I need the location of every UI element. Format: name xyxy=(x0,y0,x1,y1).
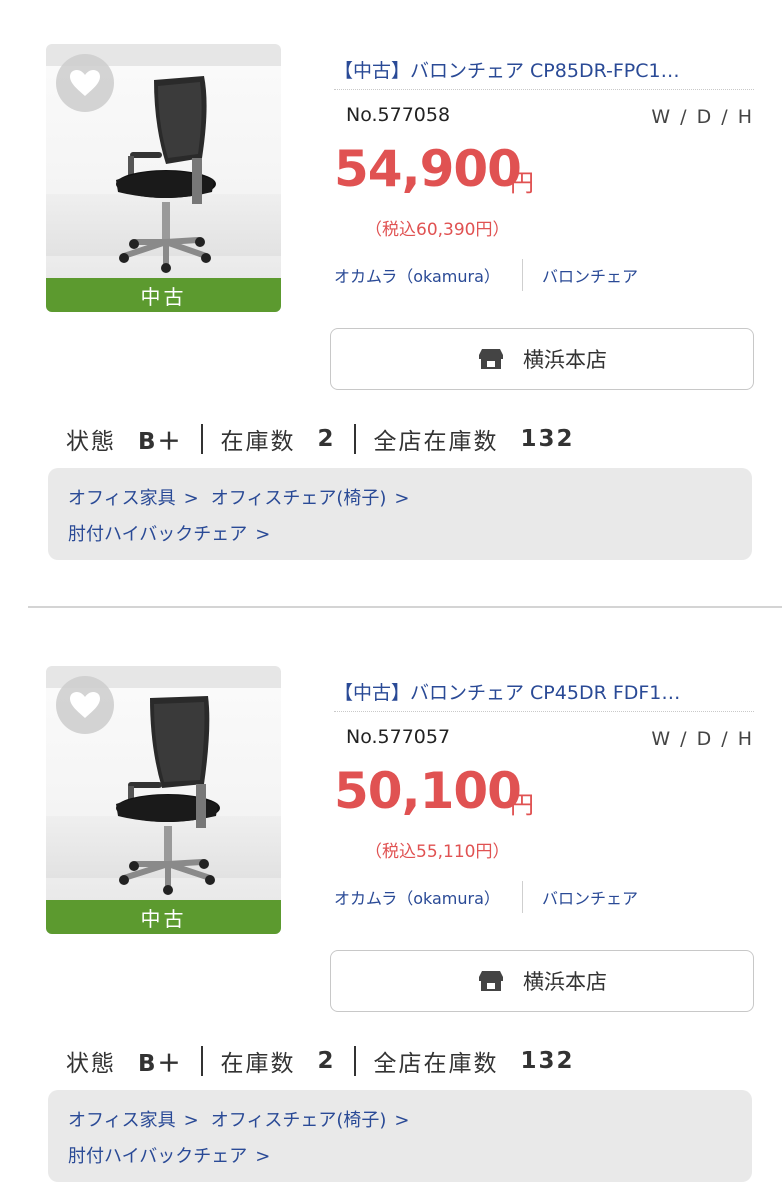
breadcrumb-office-chair[interactable]: オフィスチェア(椅子) xyxy=(211,1110,387,1131)
stock-status-row: 状態 B＋ 在庫数 2 全店在庫数 132 xyxy=(66,1044,575,1078)
all-stock-value: 132 xyxy=(520,1048,575,1074)
stock-label: 在庫数 xyxy=(220,1051,296,1077)
chevron-right-icon: > xyxy=(394,488,410,509)
breadcrumb-highback-armchair[interactable]: 肘付ハイバックチェア xyxy=(68,1146,247,1167)
chair-image xyxy=(116,696,220,895)
price: 50,100 xyxy=(334,762,522,820)
favorite-button[interactable] xyxy=(56,676,114,734)
dimensions-label: W / D / H xyxy=(651,106,754,128)
card-divider xyxy=(28,606,782,608)
product-title-link[interactable]: 【中古】バロンチェア CP85DR-FPC1… xyxy=(334,56,754,83)
chevron-right-icon: > xyxy=(183,488,199,509)
breadcrumb-office-furniture[interactable]: オフィス家具 xyxy=(68,488,176,509)
store-button[interactable]: 横浜本店 xyxy=(330,328,754,390)
product-image[interactable]: 中古 xyxy=(46,666,281,934)
tax-included-price: （税込60,390円） xyxy=(365,220,510,240)
item-number: No.577057 xyxy=(346,726,451,748)
maker-link[interactable]: オカムラ（okamura） xyxy=(334,885,500,909)
chevron-right-icon: > xyxy=(255,1146,271,1167)
product-card: 中古 【中古】バロンチェア CP85DR-FPC1… No.577058 W /… xyxy=(0,0,782,608)
currency-unit: 円 xyxy=(510,169,534,197)
all-stock-label: 全店在庫数 xyxy=(373,1051,499,1077)
chevron-right-icon: > xyxy=(183,1110,199,1131)
chair-image xyxy=(116,76,216,273)
store-button[interactable]: 横浜本店 xyxy=(330,950,754,1012)
stock-status-row: 状態 B＋ 在庫数 2 全店在庫数 132 xyxy=(66,422,575,456)
stock-value: 2 xyxy=(317,1048,336,1074)
store-icon xyxy=(477,347,505,371)
breadcrumb-office-chair[interactable]: オフィスチェア(椅子) xyxy=(211,488,387,509)
breadcrumb: オフィス家具 > オフィスチェア(椅子) > 肘付ハイバックチェア > xyxy=(48,468,752,560)
condition-label: 状態 xyxy=(66,1051,116,1077)
maker-link[interactable]: オカムラ（okamura） xyxy=(334,263,500,287)
chevron-right-icon: > xyxy=(394,1110,410,1131)
stock-label: 在庫数 xyxy=(220,429,296,455)
store-label: 横浜本店 xyxy=(523,348,607,372)
status-divider xyxy=(200,424,203,454)
condition-label: 状態 xyxy=(66,429,116,455)
chevron-right-icon: > xyxy=(255,524,271,545)
product-card: 中古 【中古】バロンチェア CP45DR FDF1… No.577057 W /… xyxy=(0,622,782,1200)
stock-value: 2 xyxy=(317,426,336,452)
breadcrumb-office-furniture[interactable]: オフィス家具 xyxy=(68,1110,176,1131)
condition-value: B＋ xyxy=(138,1051,183,1077)
used-badge: 中古 xyxy=(46,900,281,934)
status-divider xyxy=(200,1046,203,1076)
used-badge: 中古 xyxy=(46,278,281,312)
condition-value: B＋ xyxy=(138,429,183,455)
dimensions-label: W / D / H xyxy=(651,728,754,750)
heart-icon xyxy=(70,692,100,718)
heart-icon xyxy=(70,70,100,96)
meta-divider xyxy=(522,881,523,913)
store-label: 横浜本店 xyxy=(523,970,607,994)
series-link[interactable]: バロンチェア xyxy=(542,263,638,287)
product-list: 中古 【中古】バロンチェア CP85DR-FPC1… No.577058 W /… xyxy=(0,0,782,1200)
breadcrumb: オフィス家具 > オフィスチェア(椅子) > 肘付ハイバックチェア > xyxy=(48,1090,752,1182)
product-title-link[interactable]: 【中古】バロンチェア CP45DR FDF1… xyxy=(334,678,754,705)
status-divider xyxy=(353,424,356,454)
series-link[interactable]: バロンチェア xyxy=(542,885,638,909)
product-image[interactable]: 中古 xyxy=(46,44,281,312)
price: 54,900 xyxy=(334,140,522,198)
all-stock-value: 132 xyxy=(520,426,575,452)
meta-divider xyxy=(522,259,523,291)
breadcrumb-highback-armchair[interactable]: 肘付ハイバックチェア xyxy=(68,524,247,545)
currency-unit: 円 xyxy=(510,791,534,819)
store-icon xyxy=(477,969,505,993)
tax-included-price: （税込55,110円） xyxy=(365,842,510,862)
favorite-button[interactable] xyxy=(56,54,114,112)
item-number: No.577058 xyxy=(346,104,451,126)
title-divider xyxy=(334,711,754,712)
title-divider xyxy=(334,89,754,90)
all-stock-label: 全店在庫数 xyxy=(373,429,499,455)
status-divider xyxy=(353,1046,356,1076)
